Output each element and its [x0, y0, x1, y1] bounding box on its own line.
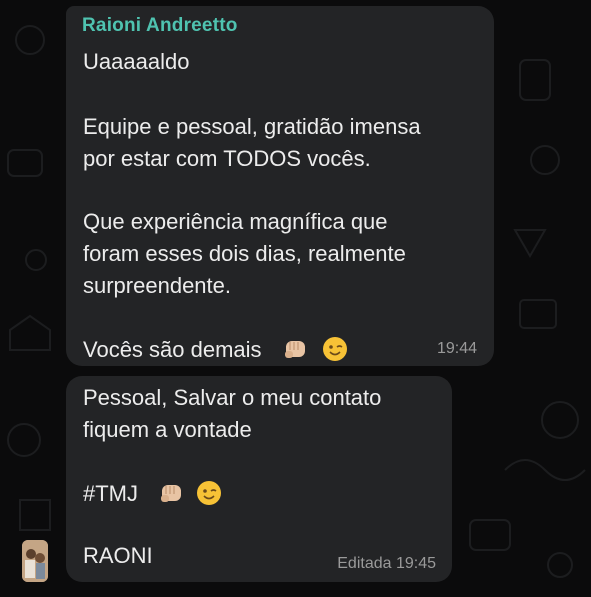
message-text-line: surpreendente. — [83, 273, 231, 298]
message-bubble-1[interactable]: Raioni Andreetto Uaaaaaldo Equipe e pess… — [66, 6, 494, 366]
winking-face-emoji — [197, 481, 222, 505]
message-text-line: #TMJ — [83, 480, 222, 507]
sender-name[interactable]: Raioni Andreetto — [82, 15, 238, 37]
message-text-line: foram esses dois dias, realmente — [83, 241, 406, 266]
message-text-line: RAONI — [83, 543, 153, 568]
message-timestamp: 19:44 — [436, 340, 477, 357]
message-text-line: Uaaaaaldo — [83, 49, 190, 74]
message-bubble-2[interactable]: Pessoal, Salvar o meu contato fiquem a v… — [66, 376, 452, 582]
message-text-line: fiquem a vontade — [83, 417, 252, 442]
message-text-line: por estar com TODOS vocês. — [83, 146, 371, 171]
fist-bump-emoji — [161, 485, 182, 502]
message-text-line: Pessoal, Salvar o meu contato — [83, 385, 382, 410]
message-text-line: Que experiência magnífica que — [83, 209, 388, 234]
message-text-line: Equipe e pessoal, gratidão imensa — [83, 114, 421, 139]
hashtag-text: #TMJ — [83, 481, 138, 506]
sender-avatar[interactable] — [22, 540, 48, 582]
edited-timestamp: Editada 19:45 — [337, 555, 436, 572]
message-text-line: Vocês são demais — [83, 336, 348, 363]
fist-bump-emoji — [284, 341, 305, 358]
winking-face-emoji — [322, 337, 347, 361]
message-text: Vocês são demais — [83, 337, 262, 362]
